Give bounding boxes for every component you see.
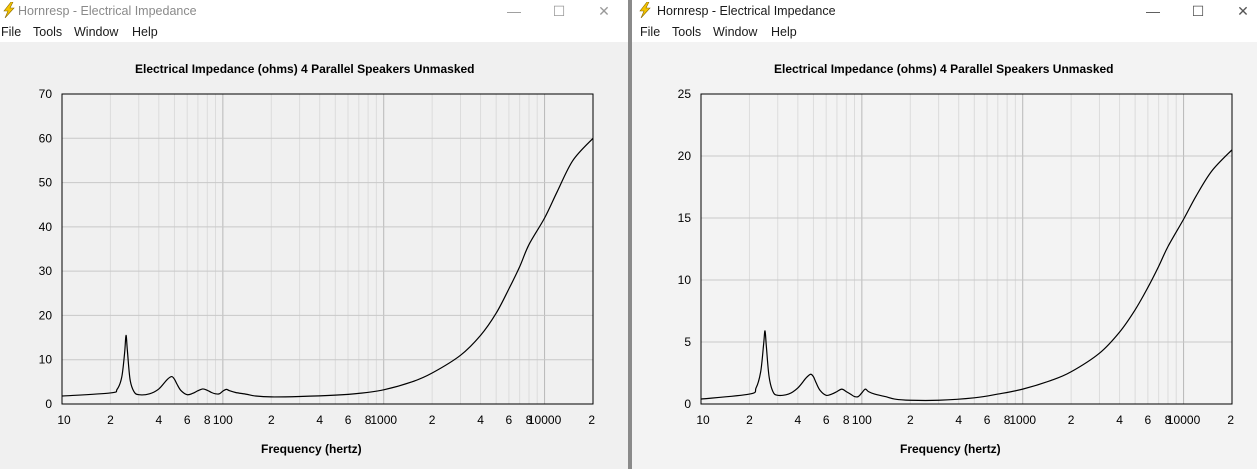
y-tick-label: 15 — [678, 211, 692, 225]
x-tick-label: 2 — [1227, 413, 1234, 427]
y-tick-label: 60 — [39, 131, 53, 145]
y-tick-label: 0 — [684, 397, 691, 411]
x-tick-label: 100 — [213, 413, 233, 427]
title-bar[interactable]: Hornresp - Electrical Impedance — ☐ ✕ — [0, 0, 628, 22]
x-tick-label: 6 — [184, 413, 191, 427]
x-tick-label: 2 — [268, 413, 275, 427]
x-tick-label: 4 — [477, 413, 484, 427]
x-axis-label: Frequency (hertz) — [900, 442, 1001, 456]
grid — [61, 93, 594, 405]
x-tick-label: 2 — [107, 413, 114, 427]
menu-window[interactable]: Window — [74, 25, 118, 39]
menu-bar: File Tools Window Help — [0, 22, 628, 42]
x-tick-label: 6 — [823, 413, 830, 427]
impedance-chart: 051015202510 2 4 6 8 100 2 4 6 81000 2 4 6 810000 2 — [678, 87, 1235, 427]
chart-title: Electrical Impedance (ohms) 4 Parallel S… — [135, 62, 475, 76]
x-tick-label: 6 — [1145, 413, 1152, 427]
menu-file[interactable]: File — [1, 25, 21, 39]
x-tick-label: 10 — [57, 413, 71, 427]
minimize-button[interactable]: — — [504, 2, 524, 20]
impedance-window-right: Hornresp - Electrical Impedance — ☐ ✕ Fi… — [632, 0, 1257, 469]
x-tick-label: 1000 — [1009, 413, 1036, 427]
y-tick-label: 40 — [39, 220, 53, 234]
impedance-curve — [61, 137, 594, 398]
x-tick-label: 10 — [696, 413, 710, 427]
menu-help[interactable]: Help — [771, 25, 797, 39]
x-tick-label: 4 — [156, 413, 163, 427]
y-tick-label: 25 — [678, 87, 692, 101]
chart-title: Electrical Impedance (ohms) 4 Parallel S… — [774, 62, 1114, 76]
x-tick-label: 10000 — [1167, 413, 1201, 427]
y-tick-label: 20 — [678, 149, 692, 163]
maximize-button[interactable]: ☐ — [1188, 2, 1208, 20]
plot-frame — [700, 93, 1233, 405]
lightning-bolt-icon — [3, 2, 15, 18]
y-tick-label: 10 — [678, 273, 692, 287]
menu-help[interactable]: Help — [132, 25, 158, 39]
x-tick-label: 2 — [429, 413, 436, 427]
x-tick-label: 8 — [204, 413, 211, 427]
y-tick-label: 0 — [45, 397, 52, 411]
x-axis-label: Frequency (hertz) — [261, 442, 362, 456]
title-bar[interactable]: Hornresp - Electrical Impedance — ☐ ✕ — [632, 0, 1257, 22]
x-tick-label: 2 — [588, 413, 595, 427]
menu-tools[interactable]: Tools — [33, 25, 62, 39]
lightning-bolt-icon — [639, 2, 651, 18]
maximize-button[interactable]: ☐ — [549, 2, 569, 20]
grid — [700, 93, 1233, 405]
menu-window[interactable]: Window — [713, 25, 757, 39]
menu-bar: File Tools Window Help — [632, 22, 1257, 42]
menu-tools[interactable]: Tools — [672, 25, 701, 39]
y-tick-label: 70 — [39, 87, 53, 101]
y-tick-label: 10 — [39, 353, 53, 367]
x-tick-label: 4 — [955, 413, 962, 427]
x-tick-label: 4 — [1116, 413, 1123, 427]
x-tick-label: 1000 — [370, 413, 397, 427]
x-tick-label: 4 — [316, 413, 323, 427]
x-tick-label: 6 — [345, 413, 352, 427]
x-tick-label: 6 — [506, 413, 513, 427]
x-tick-label: 2 — [907, 413, 914, 427]
x-tick-label: 8 — [843, 413, 850, 427]
y-tick-label: 20 — [39, 308, 53, 322]
x-tick-label: 6 — [984, 413, 991, 427]
x-tick-label: 10000 — [528, 413, 562, 427]
menu-file[interactable]: File — [640, 25, 660, 39]
window-title: Hornresp - Electrical Impedance — [657, 4, 836, 18]
x-tick-label: 2 — [746, 413, 753, 427]
close-button[interactable]: ✕ — [1233, 2, 1253, 20]
x-tick-label: 4 — [795, 413, 802, 427]
x-tick-label: 2 — [1068, 413, 1075, 427]
minimize-button[interactable]: — — [1143, 2, 1163, 20]
impedance-chart: 01020304050607010 2 4 6 8 100 2 4 6 81000 2 4 6 81000… — [39, 87, 596, 427]
x-tick-label: 100 — [852, 413, 872, 427]
impedance-curve — [700, 149, 1233, 402]
y-tick-label: 5 — [684, 335, 691, 349]
window-title: Hornresp - Electrical Impedance — [18, 4, 197, 18]
impedance-window-left: Hornresp - Electrical Impedance — ☐ ✕ Fi… — [0, 0, 628, 469]
y-tick-label: 30 — [39, 264, 53, 278]
y-tick-label: 50 — [39, 176, 53, 190]
plot-frame — [61, 93, 594, 405]
close-button[interactable]: ✕ — [594, 2, 614, 20]
